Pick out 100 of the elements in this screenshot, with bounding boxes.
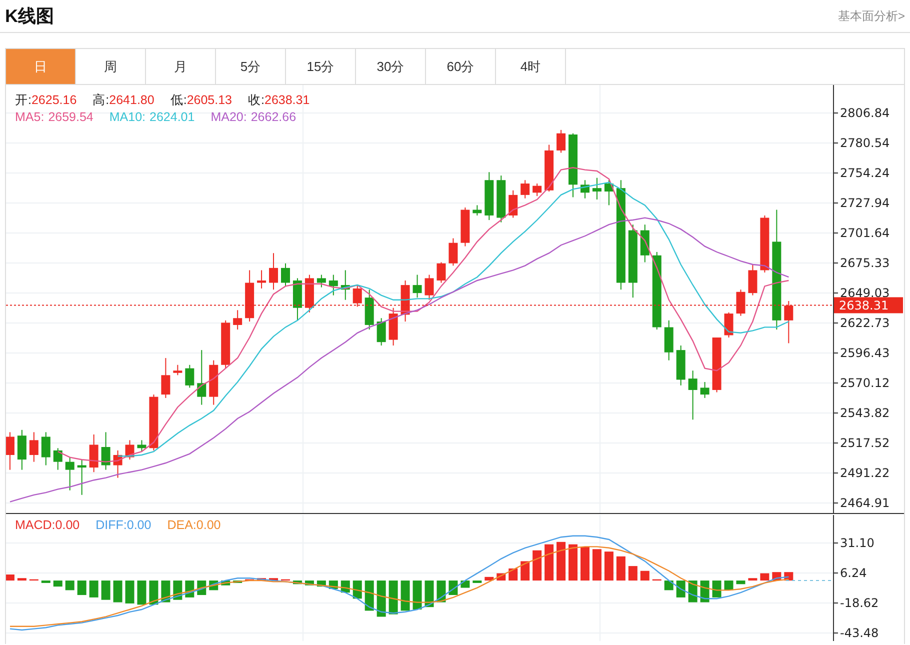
candlestick <box>400 280 410 322</box>
candlestick <box>688 370 698 420</box>
histogram-bar <box>748 578 758 581</box>
legend-value: 0.00 <box>196 517 221 533</box>
legend-value: 0.00 <box>126 517 152 533</box>
axis-label: -18.62 <box>840 596 879 610</box>
histogram-bar <box>532 550 542 581</box>
legend-label: 收: <box>248 92 264 108</box>
axis-label: -43.48 <box>840 626 879 640</box>
legend-label: MA20: <box>210 109 247 125</box>
histogram-bar <box>101 580 110 600</box>
candlestick <box>712 337 722 393</box>
candlestick <box>352 284 362 308</box>
candlestick <box>664 320 674 361</box>
candlestick <box>736 289 746 316</box>
histogram-bar <box>41 580 50 583</box>
histogram-bar <box>616 556 626 581</box>
candlestick <box>161 358 170 398</box>
candlestick <box>77 459 86 496</box>
histogram-bar <box>520 561 530 581</box>
axis-label: 2780.54 <box>840 136 890 150</box>
legend-value: 2638.31 <box>264 92 310 108</box>
candlestick <box>233 310 242 330</box>
candlestick <box>376 318 386 346</box>
histogram-bar <box>113 580 122 602</box>
legend-label: 低: <box>170 92 187 108</box>
candlestick <box>304 274 314 313</box>
histogram-bar <box>592 549 602 581</box>
axis-label: 2596.43 <box>840 346 890 360</box>
legend-label: DEA: <box>167 517 196 533</box>
axis-label: 2675.33 <box>840 256 890 270</box>
candlestick <box>316 274 326 288</box>
histogram-bar <box>400 580 410 611</box>
candlestick <box>173 364 182 376</box>
histogram-bar <box>17 578 26 581</box>
candlestick <box>269 252 278 290</box>
histogram-bar <box>544 544 554 581</box>
candlestick <box>412 274 422 298</box>
candlestick <box>700 382 710 398</box>
histogram-bar <box>376 580 386 617</box>
legend-value: 2624.01 <box>150 109 195 125</box>
axis-label: 2543.82 <box>840 406 890 420</box>
candlestick <box>448 238 458 266</box>
candlestick <box>6 432 14 470</box>
candlestick <box>472 204 482 216</box>
legend-label: MA10: <box>109 109 146 125</box>
axis-label: 2491.22 <box>840 466 890 480</box>
candlestick <box>185 364 194 388</box>
candlestick <box>364 289 374 330</box>
candlestick <box>436 262 446 284</box>
candlestick <box>41 432 50 466</box>
histogram-bar <box>736 580 746 584</box>
axis-label: 2517.52 <box>840 436 890 450</box>
legend-value: 2659.54 <box>48 109 94 125</box>
histogram-bar <box>664 580 674 590</box>
candlestick <box>137 440 146 452</box>
histogram-bar <box>292 580 302 584</box>
candlestick <box>676 345 686 386</box>
histogram-bar <box>388 580 398 614</box>
histogram-bar <box>472 580 482 583</box>
candlestick <box>532 183 542 197</box>
candlestick <box>221 320 230 369</box>
legend-label: 开: <box>15 92 32 108</box>
histogram-bar <box>89 580 98 598</box>
candlestick <box>760 214 770 273</box>
axis-label: 2570.12 <box>840 376 890 390</box>
histogram-bar <box>484 576 494 581</box>
histogram-bar <box>628 566 638 581</box>
legend-value: 2662.66 <box>250 109 296 125</box>
axis-label: 2622.73 <box>840 316 890 330</box>
histogram-bar <box>53 580 62 587</box>
legend-label: 高: <box>92 92 110 108</box>
axis-label: 6.24 <box>840 566 867 580</box>
analysis-link[interactable]: 基本面分析> <box>838 7 905 25</box>
histogram-bar <box>125 580 134 604</box>
histogram-bar <box>568 544 578 581</box>
histogram-bar <box>712 580 722 598</box>
candlestick <box>281 262 290 287</box>
histogram-bar <box>412 580 422 610</box>
candlestick <box>245 270 254 322</box>
candlestick <box>580 180 590 199</box>
page-title: K线图 <box>5 4 54 28</box>
candlestick <box>484 172 494 221</box>
histogram-bar <box>77 580 86 596</box>
candlestick <box>496 175 506 223</box>
current-price-tag: 2638.31 <box>834 297 903 314</box>
histogram-bar <box>640 570 650 581</box>
axis-label: 2754.24 <box>840 166 890 180</box>
legend-label: MA5: <box>15 109 44 125</box>
candlestick <box>604 180 614 206</box>
candlestick <box>556 129 566 154</box>
histogram-bar <box>676 580 686 598</box>
legend-value: 2641.80 <box>109 92 154 108</box>
candlestick <box>328 274 338 296</box>
histogram-bar <box>6 574 14 581</box>
histogram-bar <box>233 580 242 583</box>
legend-value: 2605.13 <box>186 92 232 108</box>
candlestick <box>724 312 734 338</box>
histogram-bar <box>364 580 374 611</box>
candlestick <box>149 394 158 451</box>
